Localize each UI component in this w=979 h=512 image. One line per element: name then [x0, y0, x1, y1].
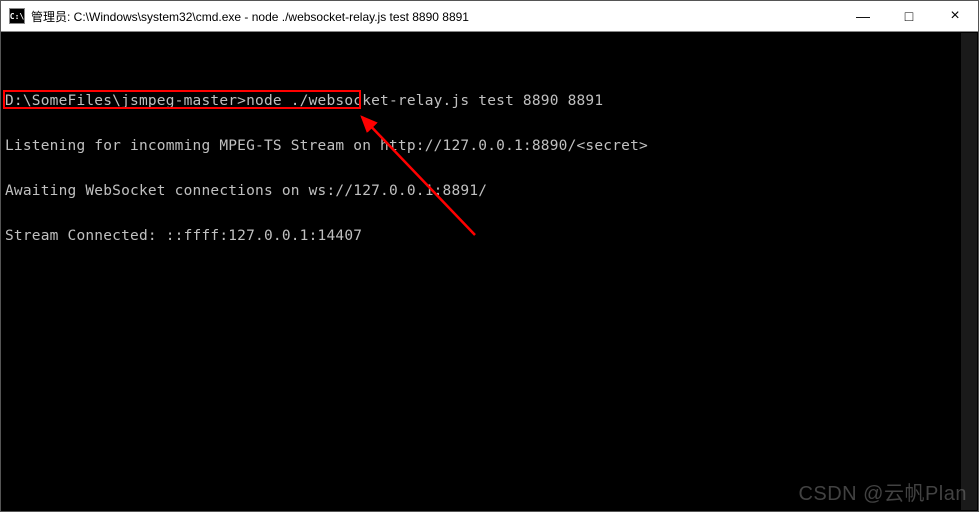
terminal-line: Stream Connected: ::ffff:127.0.0.1:14407	[5, 229, 974, 244]
maximize-button[interactable]: □	[886, 1, 932, 31]
cmd-window: C:\ 管理员: C:\Windows\system32\cmd.exe - n…	[0, 0, 979, 512]
cmd-icon: C:\	[9, 8, 25, 24]
terminal-line: Awaiting WebSocket connections on ws://1…	[5, 184, 974, 199]
terminal-line: D:\SomeFiles\jsmpeg-master>node ./websoc…	[5, 94, 974, 109]
minimize-button[interactable]: —	[840, 1, 886, 31]
terminal-area[interactable]: D:\SomeFiles\jsmpeg-master>node ./websoc…	[1, 32, 978, 511]
vertical-scrollbar[interactable]	[961, 33, 977, 510]
titlebar[interactable]: C:\ 管理员: C:\Windows\system32\cmd.exe - n…	[1, 1, 978, 32]
window-controls: — □ ×	[840, 1, 978, 31]
close-button[interactable]: ×	[932, 1, 978, 31]
terminal-line: Listening for incomming MPEG-TS Stream o…	[5, 139, 974, 154]
window-title: 管理员: C:\Windows\system32\cmd.exe - node …	[31, 8, 840, 25]
